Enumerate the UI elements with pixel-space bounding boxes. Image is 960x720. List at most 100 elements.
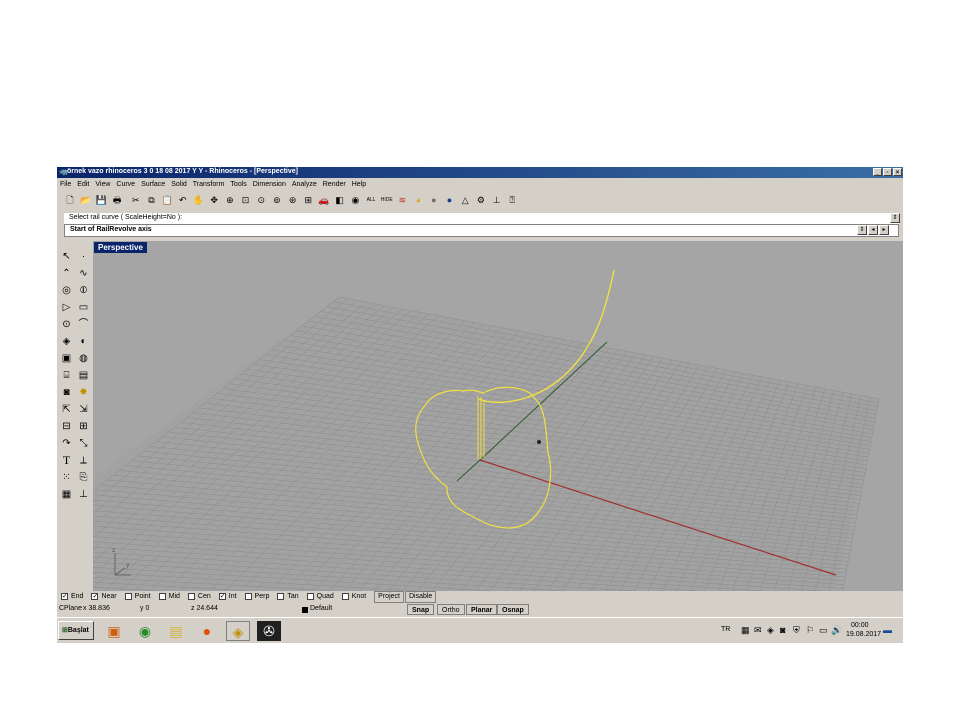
osnap-knot[interactable]: Knot bbox=[341, 593, 366, 600]
osnap-tan-checkbox[interactable] bbox=[277, 593, 285, 600]
menu-help[interactable]: Help bbox=[352, 179, 366, 190]
sphere-icon[interactable]: ◍ bbox=[76, 351, 91, 366]
zoom-window-icon[interactable]: ⊡ bbox=[239, 193, 253, 207]
rhino-icon[interactable]: ◈ bbox=[226, 621, 250, 641]
tray-flag-icon[interactable]: ⚐ bbox=[806, 625, 814, 636]
box-icon[interactable]: ▣ bbox=[59, 351, 74, 366]
ortho-toggle[interactable]: Ortho bbox=[437, 604, 465, 615]
menu-dimension[interactable]: Dimension bbox=[253, 179, 286, 190]
prompt-scroll-left-button[interactable]: ◂ bbox=[868, 225, 878, 235]
show-desktop-icon[interactable]: ▬ bbox=[883, 625, 892, 635]
media-player-icon[interactable]: ▣ bbox=[102, 621, 126, 641]
gear-icon[interactable]: ⚙ bbox=[474, 193, 488, 207]
move-icon[interactable]: ⇲ bbox=[76, 402, 91, 417]
cut-icon[interactable]: ✂ bbox=[129, 193, 143, 207]
minimize-button[interactable]: _ bbox=[873, 168, 882, 176]
menu-edit[interactable]: Edit bbox=[77, 179, 89, 190]
dimension-icon[interactable]: ⟂ bbox=[76, 453, 91, 468]
menu-view[interactable]: View bbox=[95, 179, 110, 190]
volume-icon[interactable]: 🔊 bbox=[831, 625, 842, 636]
menu-file[interactable]: File bbox=[60, 179, 71, 190]
osnap-tan[interactable]: Tan bbox=[277, 593, 299, 600]
undo-icon[interactable]: ↶ bbox=[176, 193, 190, 207]
explode-icon[interactable]: ✸ bbox=[76, 385, 91, 400]
car-icon[interactable]: 🚗 bbox=[317, 193, 331, 207]
snap-toggle[interactable]: Snap bbox=[407, 604, 435, 615]
clock-time[interactable]: 00:00 bbox=[851, 622, 869, 629]
fillet-icon[interactable]: ⌒ bbox=[76, 317, 91, 332]
tray-monitor-icon[interactable]: ▭ bbox=[819, 625, 828, 636]
app-icon[interactable]: ✇ bbox=[257, 621, 281, 641]
viewport-scene[interactable]: z y bbox=[93, 241, 903, 591]
sphere-blue-icon[interactable]: ● bbox=[443, 193, 457, 207]
four-views-icon[interactable]: ⊞ bbox=[301, 193, 315, 207]
osnap-near-checkbox[interactable]: ✓ bbox=[91, 593, 99, 600]
circle-icon[interactable]: ◎ bbox=[59, 283, 74, 298]
start-button[interactable]: ⊞Başlat bbox=[58, 621, 94, 640]
show-all-icon[interactable]: ALL bbox=[364, 193, 378, 207]
layer-icon[interactable]: ◧ bbox=[333, 193, 347, 207]
surface-icon[interactable]: ◈ bbox=[59, 334, 74, 349]
tray-mail-icon[interactable]: ✉ bbox=[754, 625, 762, 636]
select-arrow-icon[interactable]: ↖ bbox=[59, 249, 74, 264]
menu-solid[interactable]: Solid bbox=[171, 179, 187, 190]
chrome-icon[interactable]: ◉ bbox=[133, 621, 157, 641]
mesh-icon[interactable]: ◙ bbox=[59, 385, 74, 400]
osnap-disable-button[interactable]: Disable bbox=[404, 590, 437, 603]
history-scroll-button[interactable]: ⇕ bbox=[890, 213, 900, 223]
planar-toggle[interactable]: Planar bbox=[466, 604, 498, 615]
text-icon[interactable]: T bbox=[59, 453, 74, 468]
polyline-icon[interactable]: ⌃ bbox=[59, 266, 74, 281]
zoom-target-icon[interactable]: ⊛ bbox=[286, 193, 300, 207]
tray-security-icon[interactable]: ⛨ bbox=[793, 625, 800, 636]
dimension-icon[interactable]: ⊥ bbox=[490, 193, 504, 207]
menu-analyze[interactable]: Analyze bbox=[292, 179, 317, 190]
osnap-point[interactable]: Point bbox=[124, 593, 151, 600]
curve-from-points-icon[interactable]: ∿ bbox=[76, 266, 91, 281]
osnap-project-button[interactable]: Project bbox=[374, 590, 404, 603]
menu-render[interactable]: Render bbox=[323, 179, 346, 190]
osnap-cen-checkbox[interactable] bbox=[187, 593, 195, 600]
close-button[interactable]: × bbox=[893, 168, 902, 176]
language-indicator[interactable]: TR bbox=[721, 626, 730, 633]
osnap-perp-checkbox[interactable] bbox=[244, 593, 252, 600]
tray-app-icon[interactable]: ▦ bbox=[741, 625, 750, 636]
file-explorer-icon[interactable]: ▤ bbox=[164, 621, 188, 641]
menu-transform[interactable]: Transform bbox=[193, 179, 225, 190]
cylinder-icon[interactable]: ⌸ bbox=[59, 368, 74, 383]
scale-icon[interactable]: ⤡ bbox=[76, 436, 91, 451]
layout-icon[interactable]: ▦ bbox=[59, 487, 74, 502]
arc-icon[interactable]: ⊙ bbox=[59, 317, 74, 332]
object-properties-icon[interactable]: ◉ bbox=[348, 193, 362, 207]
command-prompt[interactable]: Start of RailRevolve axis bbox=[64, 224, 899, 237]
osnap-perp[interactable]: Perp bbox=[244, 593, 269, 600]
array-icon[interactable]: ⊟ bbox=[59, 419, 74, 434]
sphere-grey-icon[interactable]: ● bbox=[427, 193, 441, 207]
osnap-knot-checkbox[interactable] bbox=[341, 593, 349, 600]
zoom-extents-icon[interactable]: ⊙ bbox=[254, 193, 268, 207]
prompt-scroll-right-button[interactable]: ▸ bbox=[879, 225, 889, 235]
light-icon[interactable]: △ bbox=[458, 193, 472, 207]
block-icon[interactable]: ⎘ bbox=[76, 470, 91, 485]
osnap-near[interactable]: ✓ Near bbox=[91, 593, 117, 600]
rotate-view-icon[interactable]: ✥ bbox=[207, 193, 221, 207]
osnap-point-checkbox[interactable] bbox=[124, 593, 132, 600]
layer-color-swatch[interactable] bbox=[302, 607, 308, 613]
open-icon[interactable]: 📂 bbox=[79, 193, 93, 207]
tray-rhino-icon[interactable]: ◈ bbox=[767, 625, 774, 636]
perspective-viewport[interactable]: z y Perspective bbox=[93, 241, 903, 591]
osnap-int[interactable]: ✓ Int bbox=[218, 593, 237, 600]
osnap-cen[interactable]: Cen bbox=[187, 593, 211, 600]
network-surface-icon[interactable]: ◐ bbox=[76, 334, 91, 349]
zoom-selected-icon[interactable]: ⊚ bbox=[270, 193, 284, 207]
print-icon[interactable]: 🖶 bbox=[110, 193, 124, 207]
new-icon[interactable]: 🗋 bbox=[63, 193, 77, 207]
prompt-scroll-up-button[interactable]: ⇕ bbox=[857, 225, 867, 235]
clock-date[interactable]: 19.08.2017 bbox=[846, 631, 881, 638]
osnap-quad-checkbox[interactable] bbox=[306, 593, 314, 600]
osnap-int-checkbox[interactable]: ✓ bbox=[218, 593, 226, 600]
osnap-mid[interactable]: Mid bbox=[158, 593, 180, 600]
grid-icon[interactable]: ⊞ bbox=[76, 419, 91, 434]
firefox-icon[interactable]: ● bbox=[195, 621, 219, 641]
menu-surface[interactable]: Surface bbox=[141, 179, 165, 190]
